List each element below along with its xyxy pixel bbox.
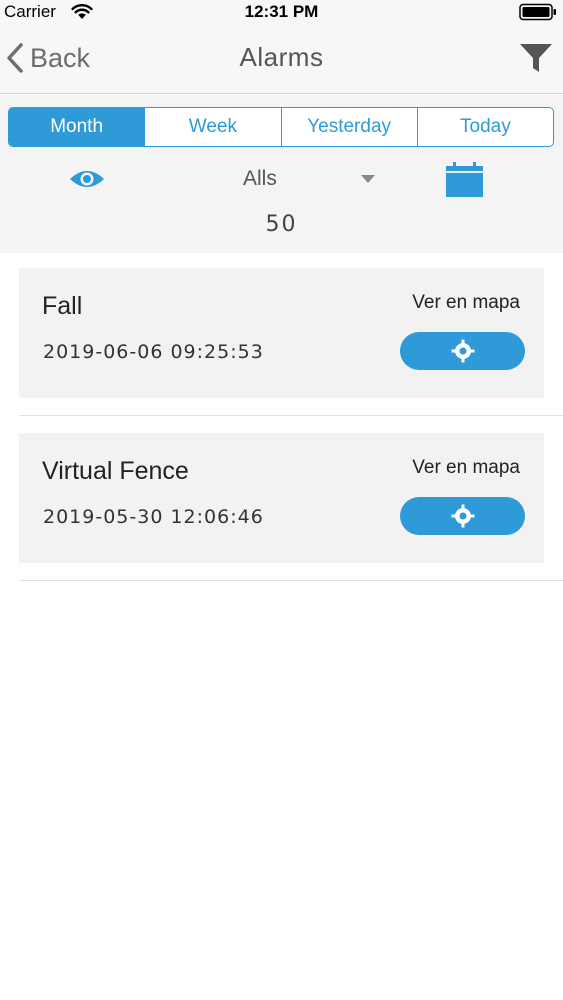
caret-down-icon [361, 175, 375, 183]
map-label: Ver en mapa [412, 292, 520, 313]
alarm-type-dropdown[interactable]: Alls [220, 161, 390, 197]
location-target-icon [451, 339, 474, 363]
alarms-screen: Carrier 12:31 PM Back Alarms Month Week … [0, 0, 563, 1000]
battery-icon [519, 3, 556, 21]
list-item: Virtual Fence 2019-05-30 12:06:46 Ver en… [0, 433, 563, 598]
alarm-list: Fall 2019-06-06 09:25:53 Ver en mapa Vir… [0, 268, 563, 598]
list-item: Fall 2019-06-06 09:25:53 Ver en mapa [0, 268, 563, 433]
alarm-type-value: Alls [243, 167, 277, 190]
filter-section: Month Week Yesterday Today Alls 50 [0, 95, 563, 253]
calendar-icon[interactable] [446, 162, 483, 197]
period-segmented-control: Month Week Yesterday Today [8, 107, 554, 147]
alarm-datetime: 2019-05-30 12:06:46 [43, 506, 264, 528]
alarm-title: Fall [42, 292, 83, 320]
segment-month[interactable]: Month [9, 108, 145, 146]
status-bar: Carrier 12:31 PM [0, 0, 563, 24]
segment-week[interactable]: Week [144, 108, 280, 146]
alarm-card[interactable]: Fall 2019-06-06 09:25:53 Ver en mapa [19, 268, 544, 398]
divider [19, 580, 563, 581]
alarm-card[interactable]: Virtual Fence 2019-05-30 12:06:46 Ver en… [19, 433, 544, 563]
status-time: 12:31 PM [244, 2, 319, 21]
segment-yesterday[interactable]: Yesterday [280, 108, 417, 146]
alarm-title: Virtual Fence [42, 457, 189, 485]
divider [19, 415, 563, 416]
map-label: Ver en mapa [412, 457, 520, 478]
segment-today[interactable]: Today [416, 108, 553, 146]
view-on-map-button[interactable] [400, 332, 525, 370]
alarm-count: 50 [265, 212, 298, 237]
eye-icon[interactable] [69, 167, 105, 191]
location-target-icon [451, 504, 474, 528]
funnel-filter-icon[interactable] [519, 42, 553, 74]
view-on-map-button[interactable] [400, 497, 525, 535]
alarm-datetime: 2019-06-06 09:25:53 [43, 341, 264, 363]
page-title: Alarms [239, 42, 324, 72]
navigation-bar: Back Alarms [0, 24, 563, 94]
